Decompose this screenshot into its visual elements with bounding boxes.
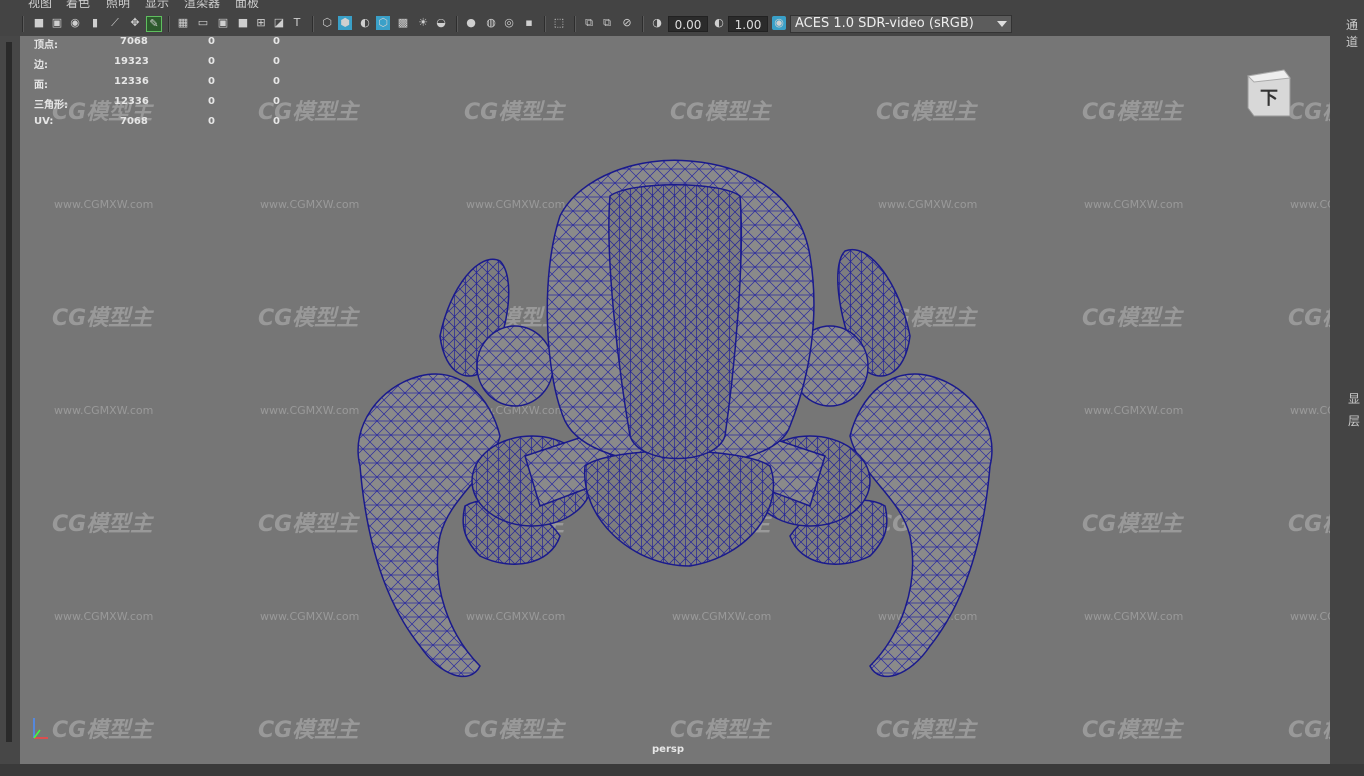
hud-row-edges: 边: 19323 0 0 — [34, 56, 294, 71]
toolbar-separator — [574, 16, 576, 32]
hud-label: 三角形: — [34, 100, 68, 111]
toolbar-separator — [168, 16, 170, 32]
hud-component: 0 — [273, 36, 280, 47]
hud-label: UV: — [34, 116, 54, 127]
left-side-strip — [0, 36, 20, 764]
depth-of-field-icon[interactable]: ▪ — [522, 16, 536, 30]
film-gate-icon[interactable]: ▭ — [196, 16, 210, 30]
select-camera-icon[interactable]: ■ — [32, 16, 46, 30]
left-scrollbar[interactable] — [6, 42, 12, 742]
hud-selected: 0 — [208, 76, 215, 87]
textured-icon[interactable]: ▩ — [396, 16, 410, 30]
camera-attributes-icon[interactable]: ▣ — [50, 16, 64, 30]
hud-label: 边: — [34, 60, 48, 71]
hud-component: 0 — [273, 76, 280, 87]
motion-blur-icon[interactable]: ◍ — [484, 16, 498, 30]
image-plane-icon[interactable]: ⟋ — [108, 16, 122, 30]
safe-action-icon[interactable]: ◪ — [272, 16, 286, 30]
hud-row-uvs: UV: 7068 0 0 — [34, 116, 294, 130]
toolbar-separator — [544, 16, 546, 32]
resolution-gate-icon[interactable]: ▣ — [216, 16, 230, 30]
hud-total: 7068 — [120, 36, 148, 47]
gamma-field[interactable]: 1.00 — [728, 16, 768, 32]
grid-icon[interactable]: ▦ — [176, 16, 190, 30]
safe-title-icon[interactable]: T — [290, 16, 304, 30]
field-chart-icon[interactable]: ⊞ — [254, 16, 268, 30]
default-material-icon[interactable]: ◐ — [358, 16, 372, 30]
hud-component: 0 — [273, 56, 280, 67]
hud-row-faces: 面: 12336 0 0 — [34, 76, 294, 91]
isolate-select-icon[interactable]: ⬚ — [552, 16, 566, 30]
wireframe-icon[interactable]: ⬡ — [320, 16, 334, 30]
bottom-status-strip — [0, 764, 1364, 776]
view-transform-select[interactable]: ACES 1.0 SDR-video (sRGB) — [790, 15, 1012, 33]
menu-lighting[interactable]: 照明 — [106, 0, 130, 8]
2d-pan-zoom-icon[interactable]: ✥ — [128, 16, 142, 30]
chevron-down-icon — [997, 21, 1007, 27]
view-cube[interactable]: 下 — [1246, 68, 1292, 118]
model-wireframe[interactable] — [20, 36, 1330, 764]
view-cube-face-label: 下 — [1260, 88, 1278, 109]
hud-component: 0 — [273, 96, 280, 107]
gamma-icon[interactable]: ◐ — [712, 16, 726, 30]
gate-mask-icon[interactable]: ■ — [236, 16, 250, 30]
bookmark-icon[interactable]: ▮ — [88, 16, 102, 30]
channel-box-tab[interactable]: 通道 — [1346, 16, 1364, 50]
hud-selected: 0 — [208, 116, 215, 127]
hud-selected: 0 — [208, 36, 215, 47]
hud-selected: 0 — [208, 56, 215, 67]
view-transform-value: ACES 1.0 SDR-video (sRGB) — [795, 16, 974, 31]
hud-selected: 0 — [208, 96, 215, 107]
hud-component: 0 — [273, 116, 280, 127]
toolbar-separator — [22, 16, 24, 32]
smooth-shade-icon[interactable]: ⬢ — [338, 16, 352, 30]
screen-space-ao-icon[interactable]: ● — [464, 16, 478, 30]
viewport-menu-bar: 视图 着色 照明 显示 渲染器 面板 — [0, 0, 1334, 8]
grease-pencil-icon[interactable]: ✎ — [146, 16, 162, 32]
toolbar-separator — [456, 16, 458, 32]
xray-joints-icon[interactable]: ⧉ — [600, 16, 614, 30]
bookmarks-icon[interactable]: ◉ — [68, 16, 82, 30]
hud-total: 12336 — [114, 96, 149, 107]
toolbar-separator — [642, 16, 644, 32]
color-management-icon[interactable]: ◉ — [772, 16, 786, 30]
menu-view[interactable]: 视图 — [28, 0, 52, 8]
hud-row-triangles: 三角形: 12336 0 0 — [34, 96, 294, 111]
exposure-icon[interactable]: ◑ — [650, 16, 664, 30]
wireframe-on-shaded-icon[interactable]: ⬡ — [376, 16, 390, 30]
hud-label: 顶点: — [34, 40, 58, 51]
menu-show[interactable]: 显示 — [145, 0, 169, 8]
hud-row-vertices: 顶点: 7068 0 0 — [34, 36, 294, 51]
hud-total: 12336 — [114, 76, 149, 87]
hud-total: 7068 — [120, 116, 148, 127]
3d-viewport[interactable]: CG模型主CG模型主CG模型主CG模型主CG模型主CG模型主CG模型主CG模型主… — [20, 36, 1330, 764]
display-tab[interactable]: 显 — [1348, 390, 1360, 407]
anti-aliasing-icon[interactable]: ◎ — [502, 16, 516, 30]
xray-icon[interactable]: ⧉ — [582, 16, 596, 30]
exposure-field[interactable]: 0.00 — [668, 16, 708, 32]
viewport-toolbar: ■ ▣ ◉ ▮ ⟋ ✥ ✎ ▦ ▭ ▣ ■ ⊞ ◪ T ⬡ ⬢ ◐ ⬡ ▩ ☀ … — [0, 8, 1334, 36]
lights-icon[interactable]: ☀ — [416, 16, 430, 30]
hud-label: 面: — [34, 80, 48, 91]
channel-box-panel: 通道 显 层 — [1334, 0, 1364, 776]
shadows-icon[interactable]: ◒ — [434, 16, 448, 30]
menu-shading[interactable]: 着色 — [66, 0, 90, 8]
xray-active-components-icon[interactable]: ⊘ — [620, 16, 634, 30]
camera-name-label: persp — [652, 744, 684, 755]
layer-tab[interactable]: 层 — [1348, 412, 1360, 429]
hud-total: 19323 — [114, 56, 149, 67]
menu-panels[interactable]: 面板 — [235, 0, 259, 8]
menu-renderer[interactable]: 渲染器 — [184, 0, 220, 8]
toolbar-separator — [312, 16, 314, 32]
axis-gizmo-icon — [33, 718, 48, 739]
